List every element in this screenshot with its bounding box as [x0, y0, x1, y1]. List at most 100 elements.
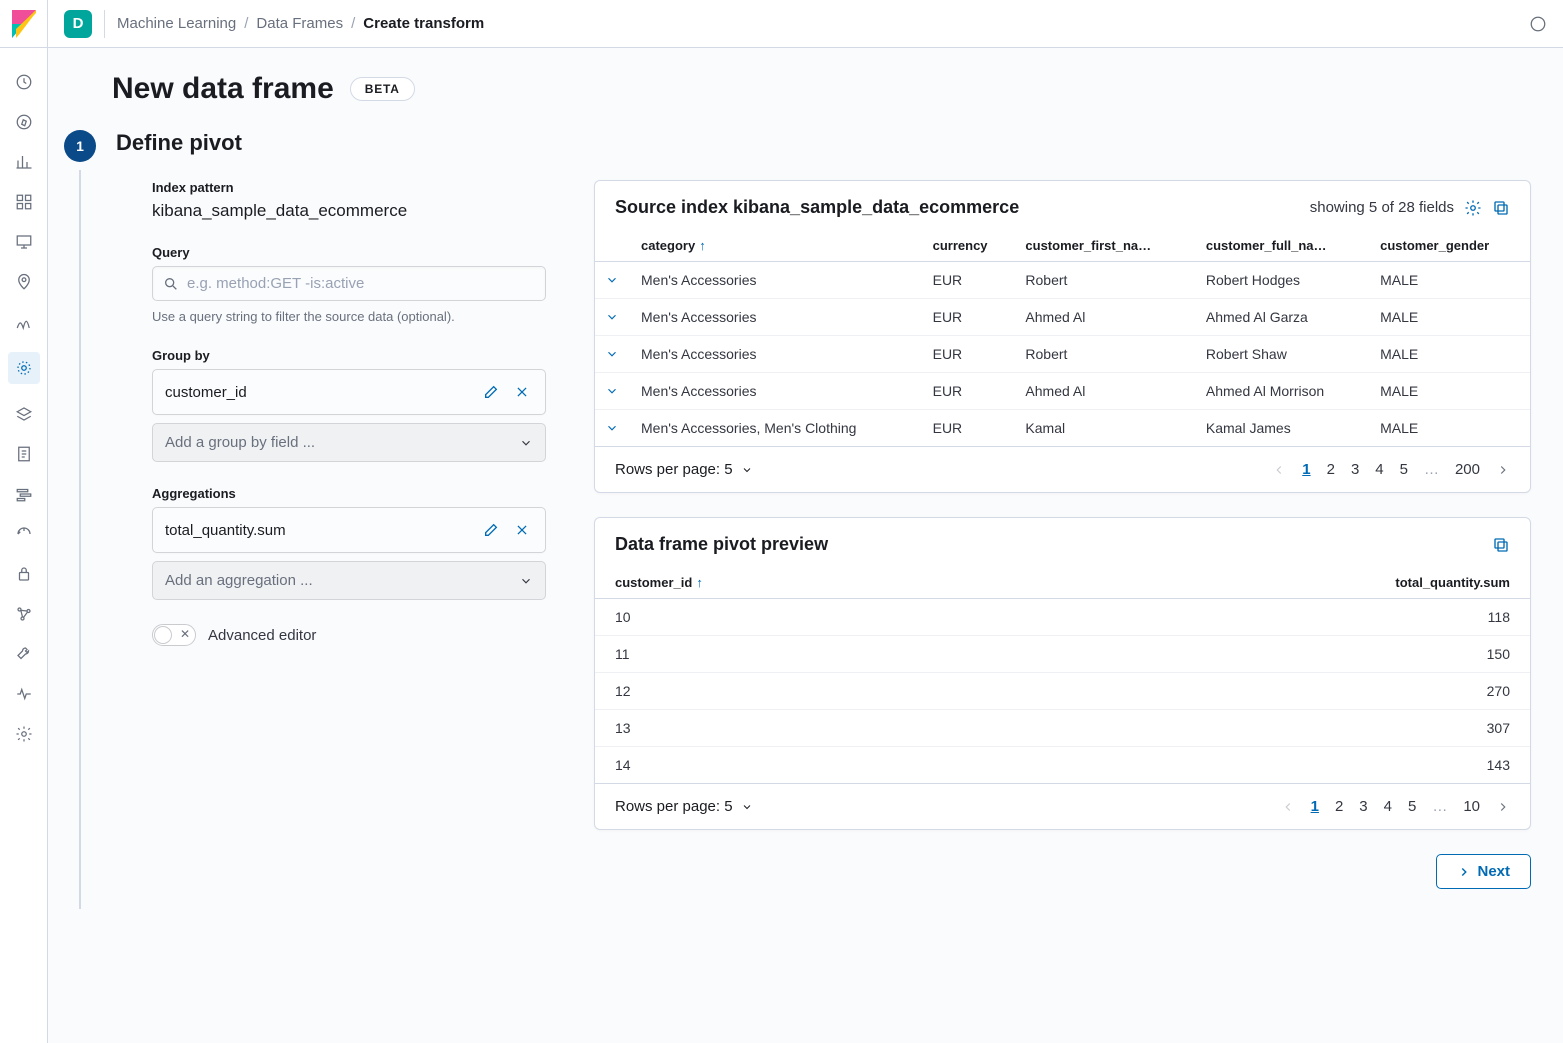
col-full-name[interactable]: customer_full_na…: [1196, 230, 1370, 262]
remove-icon[interactable]: [511, 381, 533, 403]
expand-row-icon[interactable]: [595, 262, 631, 299]
col-gender[interactable]: customer_gender: [1370, 230, 1530, 262]
kibana-logo[interactable]: [0, 0, 48, 48]
uptime-icon[interactable]: [14, 524, 34, 544]
metrics-icon[interactable]: [14, 312, 34, 332]
expand-row-icon[interactable]: [595, 410, 631, 447]
dev-tools-icon[interactable]: [14, 644, 34, 664]
pager-page[interactable]: 3: [1351, 461, 1359, 478]
cell-currency: EUR: [923, 373, 1016, 410]
pager-page[interactable]: 4: [1375, 461, 1383, 478]
cell-customer-id: 14: [595, 747, 1015, 784]
canvas-icon[interactable]: [14, 232, 34, 252]
monitoring-icon[interactable]: [14, 684, 34, 704]
source-pagination: 12345…200: [1272, 461, 1510, 478]
remove-icon[interactable]: [511, 519, 533, 541]
pager-page[interactable]: 1: [1302, 461, 1310, 478]
discover-icon[interactable]: [14, 112, 34, 132]
add-aggregation-placeholder: Add an aggregation ...: [165, 572, 313, 589]
source-index-panel: Source index kibana_sample_data_ecommerc…: [594, 180, 1531, 493]
pager-page[interactable]: 3: [1359, 798, 1367, 815]
table-row: 12270: [595, 673, 1530, 710]
group-by-pill: customer_id: [152, 369, 546, 415]
breadcrumb-ml[interactable]: Machine Learning: [117, 15, 236, 32]
management-icon[interactable]: [14, 724, 34, 744]
pager-page[interactable]: 10: [1463, 798, 1480, 815]
query-input[interactable]: [187, 275, 535, 292]
cell-customer-id: 12: [595, 673, 1015, 710]
cell-first-name: Kamal: [1015, 410, 1195, 447]
breadcrumb-sep: /: [244, 15, 248, 32]
space-badge[interactable]: D: [64, 10, 92, 38]
edit-icon[interactable]: [479, 518, 503, 542]
cell-currency: EUR: [923, 336, 1016, 373]
add-aggregation-select[interactable]: Add an aggregation ...: [152, 561, 546, 600]
siem-icon[interactable]: [14, 564, 34, 584]
advanced-editor-toggle[interactable]: ✕: [152, 624, 196, 646]
expand-row-icon[interactable]: [595, 299, 631, 336]
table-row: Men's Accessories, Men's ClothingEURKama…: [595, 410, 1530, 447]
pager-prev[interactable]: [1281, 800, 1295, 814]
source-panel-title: Source index kibana_sample_data_ecommerc…: [615, 197, 1019, 218]
chevron-down-icon: [741, 464, 753, 476]
query-label: Query: [152, 245, 546, 260]
cell-gender: MALE: [1370, 262, 1530, 299]
col-category[interactable]: category↑: [631, 230, 923, 262]
left-nav-rail: [0, 0, 48, 1043]
pager-prev[interactable]: [1272, 463, 1286, 477]
breadcrumb-current: Create transform: [363, 15, 484, 32]
sort-up-icon: ↑: [696, 575, 703, 590]
page-title: New data frame: [112, 72, 334, 106]
rows-per-page-select[interactable]: Rows per page: 5: [615, 461, 753, 478]
machine-learning-icon[interactable]: [8, 352, 40, 384]
cell-total-quantity: 307: [1015, 710, 1530, 747]
query-input-wrap[interactable]: [152, 266, 546, 301]
col-currency[interactable]: currency: [923, 230, 1016, 262]
rows-per-page-select[interactable]: Rows per page: 5: [615, 798, 753, 815]
table-row: 14143: [595, 747, 1530, 784]
col-customer-id[interactable]: customer_id↑: [595, 567, 1015, 599]
gear-icon[interactable]: [1464, 199, 1482, 217]
pager-page[interactable]: 5: [1408, 798, 1416, 815]
expand-row-icon[interactable]: [595, 336, 631, 373]
cell-gender: MALE: [1370, 299, 1530, 336]
copy-icon[interactable]: [1492, 536, 1510, 554]
cell-full-name: Ahmed Al Garza: [1196, 299, 1370, 336]
pivot-panel-title: Data frame pivot preview: [615, 534, 828, 555]
pager-next[interactable]: [1496, 463, 1510, 477]
visualize-icon[interactable]: [14, 152, 34, 172]
pager-page[interactable]: 4: [1384, 798, 1392, 815]
cell-category: Men's Accessories: [631, 336, 923, 373]
col-total-quantity[interactable]: total_quantity.sum: [1015, 567, 1530, 599]
table-row: 13307: [595, 710, 1530, 747]
pager-page[interactable]: 5: [1400, 461, 1408, 478]
cell-total-quantity: 118: [1015, 599, 1530, 636]
edit-icon[interactable]: [479, 380, 503, 404]
pager-page[interactable]: 200: [1455, 461, 1480, 478]
chevron-right-icon: [1457, 865, 1471, 879]
copy-icon[interactable]: [1492, 199, 1510, 217]
help-icon[interactable]: [1529, 15, 1547, 33]
chevron-down-icon: [519, 574, 533, 588]
pager-page[interactable]: 2: [1327, 461, 1335, 478]
divider: [104, 10, 105, 38]
cell-total-quantity: 150: [1015, 636, 1530, 673]
add-group-by-select[interactable]: Add a group by field ...: [152, 423, 546, 462]
next-button[interactable]: Next: [1436, 854, 1531, 889]
pager-next[interactable]: [1496, 800, 1510, 814]
dashboard-icon[interactable]: [14, 192, 34, 212]
step-title: Define pivot: [116, 130, 1531, 156]
recent-icon[interactable]: [14, 72, 34, 92]
apm-icon[interactable]: [14, 484, 34, 504]
close-icon: ✕: [180, 627, 190, 641]
pager-page[interactable]: 1: [1311, 798, 1319, 815]
maps-icon[interactable]: [14, 272, 34, 292]
col-first-name[interactable]: customer_first_na…: [1015, 230, 1195, 262]
expand-row-icon[interactable]: [595, 373, 631, 410]
logs-icon[interactable]: [14, 444, 34, 464]
infrastructure-icon[interactable]: [14, 404, 34, 424]
pager-page[interactable]: 2: [1335, 798, 1343, 815]
breadcrumb-df[interactable]: Data Frames: [256, 15, 343, 32]
chevron-down-icon: [519, 436, 533, 450]
graph-icon[interactable]: [14, 604, 34, 624]
